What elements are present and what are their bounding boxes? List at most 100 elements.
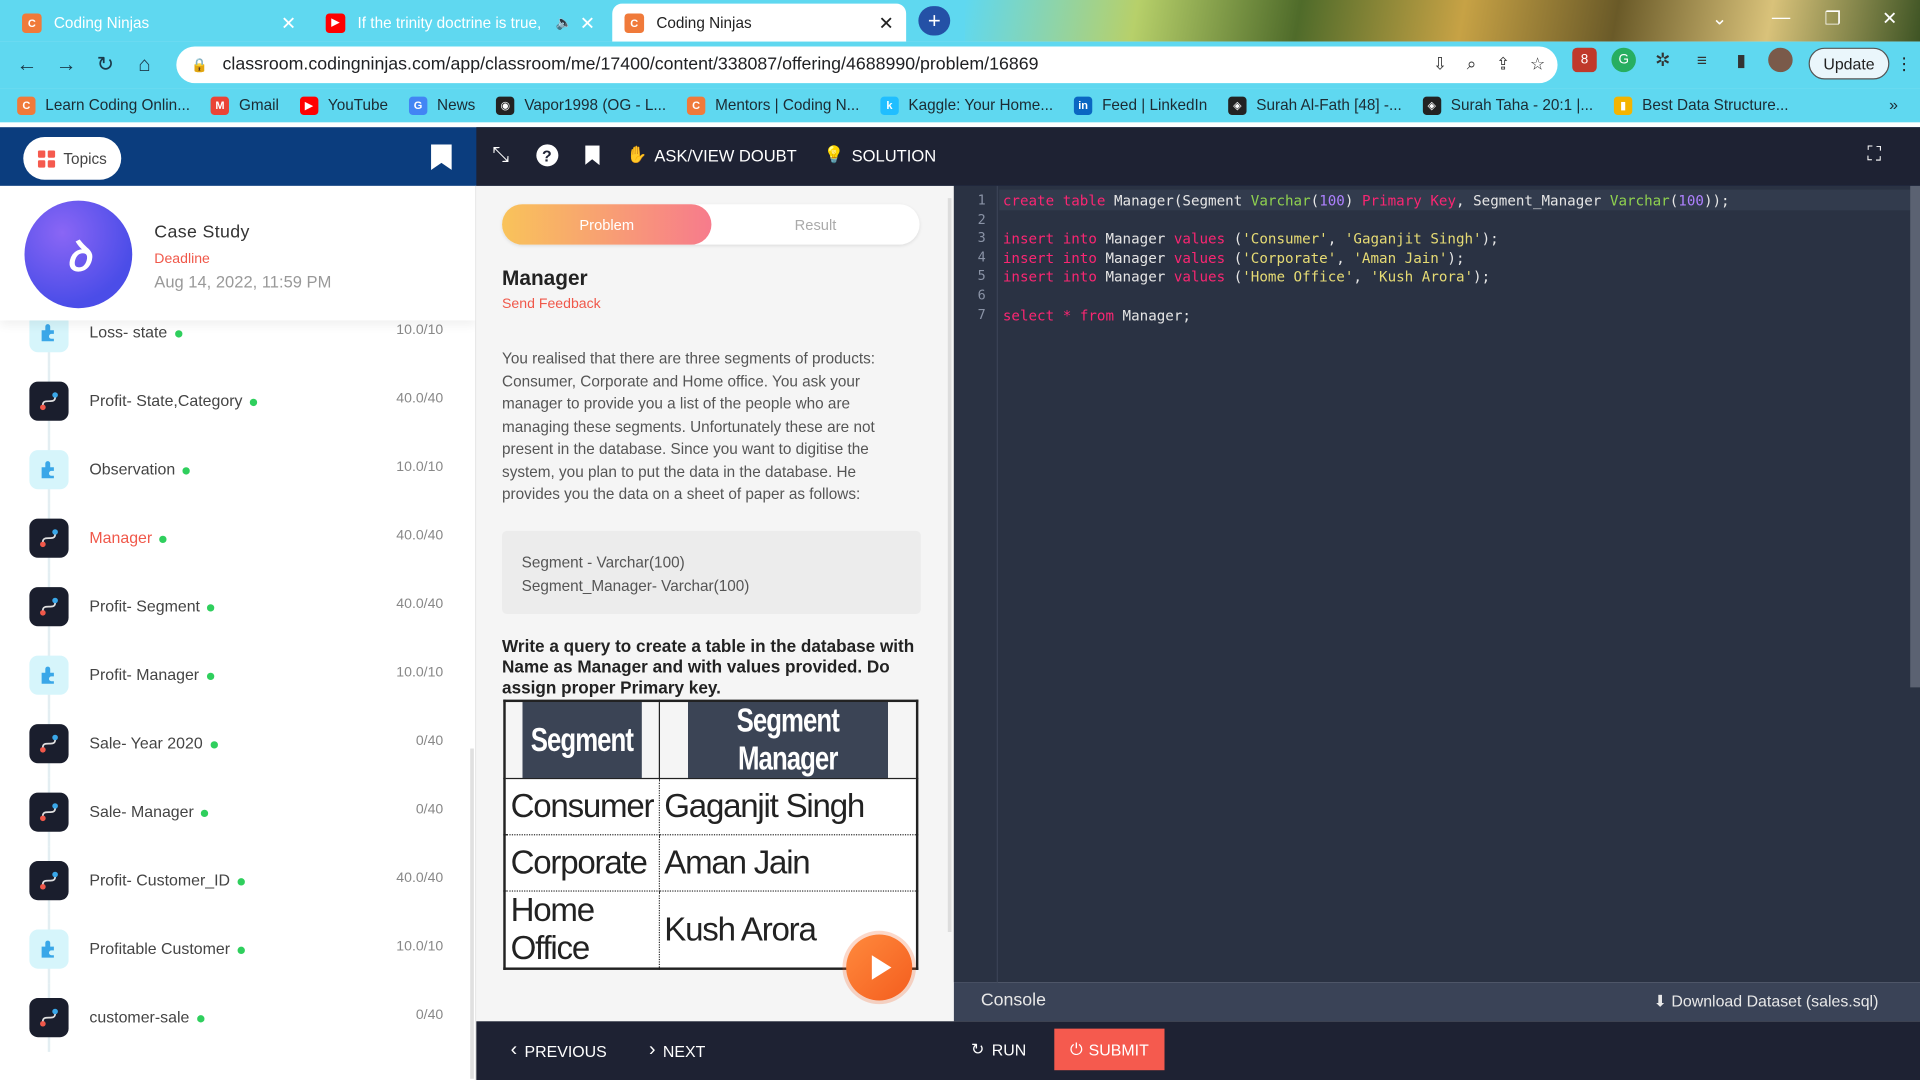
sidebar-scrollbar[interactable] (470, 748, 474, 1079)
extension-badge-icon[interactable]: 8 (1572, 47, 1597, 73)
forward-arrow-icon[interactable]: → (47, 46, 86, 83)
expand-icon[interactable]: ⤡ (492, 143, 509, 167)
close-tab-icon[interactable]: ✕ (281, 12, 296, 34)
sidebar-item-text: Sale- Year 2020 (89, 733, 203, 753)
code-line[interactable]: insert into Manager values ('Consumer', … (1003, 230, 1499, 247)
restore-icon[interactable]: ❐ (1825, 7, 1841, 30)
completed-status-dot (182, 466, 190, 475)
console-label[interactable]: Console (981, 991, 1046, 1011)
ask-doubt-button[interactable]: ✋ ASK/VIEW DOUBT (626, 146, 796, 166)
download-dataset-link[interactable]: ⬇ Download Dataset (sales.sql) (1654, 992, 1879, 1012)
sidebar-item-label: Sale- Year 2020 (89, 733, 218, 753)
solution-button[interactable]: 💡 SOLUTION (824, 146, 936, 166)
reload-icon[interactable]: ↻ (86, 46, 125, 83)
bookmark-problem-icon[interactable] (584, 145, 600, 166)
sidebar-item[interactable]: Profit- State,Category 40.0/40 (0, 366, 465, 436)
code-line[interactable]: select * from Manager; (1003, 307, 1191, 324)
bookmark-item[interactable]: M Gmail (210, 96, 279, 115)
submit-button[interactable]: ⏻ SUBMIT (1054, 1028, 1165, 1071)
refresh-icon: ↻ (971, 1039, 985, 1058)
completed-status-dot (159, 535, 167, 543)
completed-status-dot (201, 809, 209, 817)
download-icon: ⬇ (1653, 991, 1667, 1011)
close-tab-icon[interactable]: ✕ (878, 12, 893, 34)
side-panel-icon[interactable]: ▮ (1729, 48, 1753, 72)
sidebar-item[interactable]: Manager 40.0/40 (0, 503, 465, 573)
sidebar-item-score: 10.0/10 (396, 322, 444, 338)
bookmark-item[interactable]: G News (408, 96, 475, 115)
install-app-icon[interactable]: ⇩ (1433, 54, 1447, 75)
sidebar-item[interactable]: customer-sale 0/40 (0, 983, 465, 1052)
browser-tab-1[interactable]: C Coding Ninjas ✕ (10, 4, 309, 42)
star-bookmark-icon[interactable]: ☆ (1530, 54, 1545, 75)
column-header: Segment Manager (686, 700, 890, 780)
sidebar-item-score: 10.0/10 (396, 939, 444, 955)
back-arrow-icon[interactable]: ← (7, 46, 46, 83)
zoom-icon[interactable]: ⌕ (1467, 54, 1477, 75)
extensions-area: 8 G ✲ ≡ ▮ (1572, 47, 1793, 73)
code-editor[interactable]: 1 2 3 4 5 6 7 create table Manager(Segment Var… (953, 185, 1920, 983)
minimize-icon[interactable]: — (1772, 7, 1790, 28)
update-button[interactable]: Update (1808, 47, 1890, 80)
topics-button[interactable]: Topics (23, 136, 122, 180)
window-close-icon[interactable]: ✕ (1882, 7, 1897, 30)
sidebar-item[interactable]: Profit- Customer_ID 40.0/40 (0, 846, 465, 915)
sidebar-item-text: Manager (89, 528, 153, 547)
deadline-date: Aug 14, 2022, 11:59 PM (154, 272, 332, 292)
bookmark-label: Learn Coding Onlin... (45, 96, 190, 114)
media-control-icon[interactable]: ≡ (1690, 48, 1714, 72)
address-bar[interactable]: 🔒 classroom.codingninjas.com/app/classro… (176, 46, 1558, 84)
chart-icon: ▮ (1613, 96, 1633, 115)
send-feedback-link[interactable]: Send Feedback (502, 297, 601, 312)
bookmark-item[interactable]: ◉ Vapor1998 (OG - L... (496, 96, 666, 115)
home-icon[interactable]: ⌂ (125, 46, 164, 83)
browser-menu-icon[interactable]: ⋮ (1896, 54, 1913, 75)
editor-scrollbar[interactable] (1910, 185, 1920, 688)
fullscreen-icon[interactable]: ⛶ (1867, 144, 1881, 166)
sidebar-item[interactable]: Sale- Year 2020 0/40 (0, 709, 465, 778)
sql-path-icon (29, 518, 69, 558)
sidebar-item[interactable]: Observation 10.0/10 (0, 435, 465, 504)
bookmark-item[interactable]: ◈ Surah Taha - 20:1 |... (1422, 96, 1593, 115)
tab-search-icon[interactable]: ⌄ (1712, 7, 1727, 30)
share-icon[interactable]: ⇪ (1496, 54, 1510, 75)
code-line[interactable]: insert into Manager values ('Home Office… (1003, 268, 1490, 285)
code-line[interactable]: create table Manager(Segment Varchar(100… (1003, 192, 1730, 209)
bookmark-item[interactable]: k Kaggle: Your Home... (880, 96, 1053, 115)
tab-result[interactable]: Result (711, 204, 919, 244)
sql-path-icon (29, 792, 69, 832)
more-bookmarks-icon[interactable]: » (1889, 95, 1898, 113)
close-tab-icon[interactable]: ✕ (580, 12, 595, 34)
bookmark-item[interactable]: C Learn Coding Onlin... (17, 96, 190, 115)
sidebar-item[interactable]: Profit- Segment 40.0/40 (0, 572, 465, 641)
profile-avatar[interactable] (1768, 47, 1793, 73)
new-tab-button[interactable]: + (918, 6, 951, 36)
youtube-icon: ▶ (299, 96, 319, 115)
code-line[interactable]: insert into Manager values ('Corporate',… (1003, 249, 1465, 266)
tab-title: Coding Ninjas (53, 14, 150, 32)
browser-tab-2[interactable]: ▶ If the trinity doctrine is true, 🔈 ✕ (313, 4, 607, 42)
bookmark-item[interactable]: ▮ Best Data Structure... (1613, 96, 1788, 115)
bookmark-item[interactable]: C Mentors | Coding N... (686, 96, 859, 115)
puzzle-extensions-icon[interactable]: ✲ (1651, 48, 1675, 72)
sidebar-item[interactable]: Sale- Manager 0/40 (0, 777, 465, 847)
previous-button[interactable]: ‹ PREVIOUS (511, 1040, 607, 1062)
play-video-button[interactable] (846, 934, 913, 1001)
grammarly-icon[interactable]: G (1611, 47, 1636, 73)
problem-toolbar: ⤡ ? ✋ ASK/VIEW DOUBT 💡 SOLUTION (492, 143, 963, 167)
sidebar-item[interactable]: Profitable Customer 10.0/10 (0, 914, 465, 984)
bookmark-item[interactable]: ◈ Surah Al-Fath [48] -... (1228, 96, 1402, 115)
sidebar-item-score: 0/40 (415, 802, 444, 818)
problem-scrollbar[interactable] (947, 198, 952, 933)
help-button[interactable]: ? (535, 144, 558, 167)
lock-icon[interactable]: 🔒 (191, 57, 208, 73)
speaker-icon[interactable]: 🔈 (556, 15, 573, 31)
next-button[interactable]: › NEXT (649, 1040, 705, 1062)
bookmark-item[interactable]: ▶ YouTube (299, 96, 388, 115)
gmail-icon: M (210, 96, 230, 115)
sidebar-item[interactable]: Profit- Manager 10.0/10 (0, 640, 465, 710)
bookmark-item[interactable]: in Feed | LinkedIn (1073, 96, 1207, 115)
tab-problem[interactable]: Problem (502, 204, 712, 245)
browser-tab-3-active[interactable]: C Coding Ninjas ✕ (612, 3, 907, 42)
run-button[interactable]: ↻ RUN (971, 1040, 1026, 1060)
